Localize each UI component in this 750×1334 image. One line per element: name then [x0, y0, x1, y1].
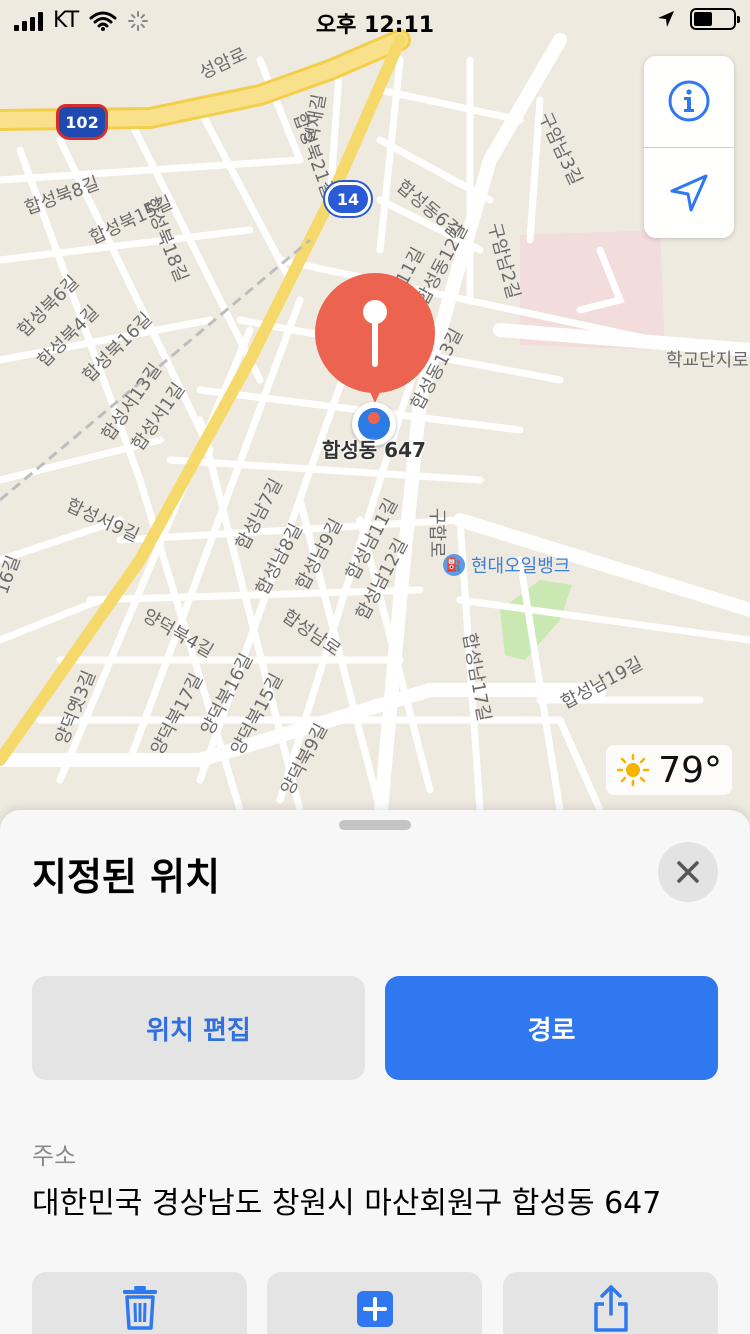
fuel-icon: ⛽ [443, 554, 465, 576]
share-icon [593, 1285, 628, 1332]
weather-badge: 79° [606, 745, 732, 795]
close-icon [677, 861, 699, 883]
street-label: 구합로 [426, 508, 447, 558]
map-controls [644, 56, 734, 238]
close-button[interactable] [658, 842, 718, 902]
share-button[interactable] [503, 1272, 718, 1334]
sheet-title: 지정된 위치 [32, 855, 221, 899]
location-arrow-icon [670, 174, 708, 212]
map-view[interactable]: 성암로 합성북21길 덕재길 합성동6길 구암남3길 구암남2길 합성북8길 합… [0, 0, 750, 820]
temperature: 79° [658, 749, 722, 791]
map-info-button[interactable] [644, 56, 734, 147]
directions-button[interactable]: 경로 [385, 976, 718, 1080]
street-label: 학교단지로 [666, 350, 749, 371]
sun-icon [616, 753, 650, 787]
locate-me-button[interactable] [644, 148, 734, 239]
add-icon [356, 1291, 393, 1327]
battery-icon [690, 8, 740, 30]
delete-pin-button[interactable] [32, 1272, 247, 1334]
edit-location-button[interactable]: 위치 편집 [32, 976, 365, 1080]
poi-gas-station[interactable]: ⛽ 현대오일뱅크 [443, 552, 570, 578]
pin-label: 합성동 647 [322, 438, 426, 462]
trash-icon [122, 1286, 157, 1330]
location-services-icon [658, 11, 674, 27]
add-button[interactable] [267, 1272, 482, 1334]
status-time: 오후 12:11 [315, 13, 435, 38]
address-value: 대한민국 경상남도 창원시 마산회원구 합성동 647 [32, 1186, 662, 1221]
sheet-grabber[interactable] [339, 820, 411, 830]
poi-name: 현대오일뱅크 [471, 556, 571, 577]
info-icon [668, 80, 710, 122]
local-route-shield: 14 [325, 182, 371, 216]
status-bar: KT 오후 12:11 [0, 0, 750, 40]
us-route-shield: 102 [56, 104, 108, 140]
dropped-pin[interactable] [315, 273, 435, 423]
location-sheet: 지정된 위치 위치 편집 경로 주소 대한민국 경상남도 창원시 마산회원구 합… [0, 810, 750, 1334]
address-label: 주소 [32, 1142, 77, 1170]
